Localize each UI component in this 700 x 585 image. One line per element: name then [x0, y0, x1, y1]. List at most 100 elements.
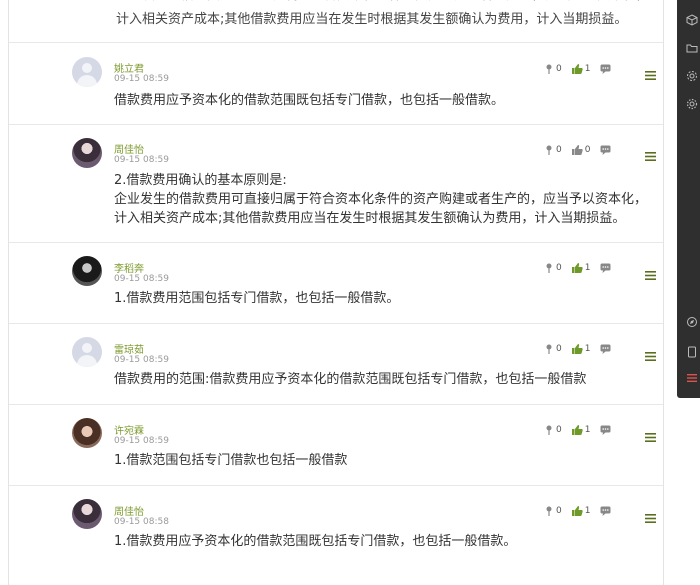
folder-icon[interactable] [686, 42, 698, 54]
like-button[interactable]: 1 [571, 506, 590, 516]
like-count: 1 [584, 425, 591, 435]
like-button[interactable]: 1 [571, 263, 591, 273]
hamburger-menu-icon [645, 152, 656, 161]
flower-icon [546, 64, 552, 74]
like-button[interactable]: 0 [571, 145, 590, 155]
thumbs-up-icon [571, 263, 583, 273]
right-toolbar [677, 0, 700, 398]
like-count: 1 [584, 263, 591, 273]
comment-menu-button[interactable] [645, 346, 656, 365]
list-icon[interactable] [686, 372, 698, 384]
flower-count: 0 [556, 425, 562, 435]
comment-menu-button[interactable] [645, 508, 656, 527]
hamburger-menu-icon [645, 271, 656, 280]
comment-menu-button[interactable] [645, 146, 656, 165]
reply-button[interactable] [600, 506, 613, 516]
like-button[interactable]: 1 [571, 425, 591, 435]
comment-menu-button[interactable] [645, 65, 656, 84]
comment-content: 借款费用应予资本化的借款范围既包括专门借款，也包括一般借款。 [114, 91, 644, 110]
avatar[interactable] [72, 337, 102, 367]
comment-time: 09-15 08:59 [114, 155, 169, 165]
comment-item: 周佳怡 09-15 08:58 0 1 1.借款费用应予资本化的借款范围既包括专… [9, 485, 663, 585]
comment-time: 09-15 08:59 [114, 355, 169, 365]
flower-button[interactable]: 0 [544, 344, 562, 354]
comment-actions: 0 1 [544, 342, 623, 356]
reply-button[interactable] [600, 425, 613, 435]
avatar[interactable] [72, 138, 102, 168]
reply-button[interactable] [600, 64, 613, 74]
content-line: 1.借款费用应予资本化的借款范围既包括专门借款，也包括一般借款。 [114, 534, 517, 549]
comment-content: 借款费用的范围:借款费用应予资本化的借款范围既包括专门借款，也包括一般借款 [114, 370, 644, 389]
hamburger-menu-icon [645, 71, 656, 80]
content-line: 借款费用应予资本化的借款范围既包括专门借款，也包括一般借款。 [114, 93, 505, 108]
comment-item: 李稻奔 09-15 08:59 0 1 1.借款费用范围包括专门借款，也包括一般… [9, 242, 663, 323]
comment-actions: 0 1 [544, 62, 623, 76]
comment-actions: 0 1 [544, 504, 623, 518]
content-line: 2.借款费用确认的基本原则是: [114, 173, 287, 188]
like-count: 1 [584, 64, 591, 74]
reply-button[interactable] [600, 263, 613, 273]
partial-comment-content: 企业发生的借款费用可直接归属于符合资本化条件的资产购建或者生产的，应当予以资本化… [116, 0, 661, 32]
content-line: 计入相关资产成本;其他借款费用应当在发生时根据其发生额确认为费用，计入当期损益。 [116, 12, 628, 27]
comment-item: 许宛霖 09-15 08:59 0 1 1.借款范围包括专门借款也包括一般借款 [9, 404, 663, 485]
comment-author[interactable]: 周佳怡 [114, 141, 144, 156]
like-button[interactable]: 1 [571, 344, 591, 354]
comment-author[interactable]: 姚立君 [114, 60, 144, 75]
tablet-icon[interactable] [686, 346, 698, 358]
flower-count: 0 [556, 263, 562, 273]
comment-author[interactable]: 雷琼茹 [114, 341, 144, 356]
flower-icon [546, 263, 552, 273]
compass-icon[interactable] [686, 316, 698, 328]
content-line: 1.借款费用范围包括专门借款，也包括一般借款。 [114, 291, 400, 306]
like-button[interactable]: 1 [571, 64, 591, 74]
flower-count: 0 [556, 506, 562, 516]
comment-time: 09-15 08:59 [114, 74, 169, 84]
thumbs-up-icon [571, 425, 583, 435]
thumbs-up-icon [571, 64, 583, 74]
reply-button[interactable] [600, 145, 613, 155]
comment-author[interactable]: 周佳怡 [114, 503, 144, 518]
like-count: 1 [584, 344, 591, 354]
flower-button[interactable]: 0 [544, 145, 562, 155]
comment-author[interactable]: 许宛霖 [114, 422, 144, 437]
content-line: 1.借款范围包括专门借款也包括一般借款 [114, 453, 348, 468]
flower-button[interactable]: 0 [544, 506, 562, 516]
comment-icon [600, 145, 611, 155]
comment-menu-button[interactable] [645, 427, 656, 446]
gear-icon[interactable] [686, 98, 698, 110]
cube-icon[interactable] [686, 14, 698, 26]
comment-menu-button[interactable] [645, 265, 656, 284]
flower-count: 0 [556, 145, 562, 155]
avatar[interactable] [72, 418, 102, 448]
avatar[interactable] [72, 499, 102, 529]
flower-count: 0 [556, 64, 562, 74]
flower-icon [546, 506, 552, 516]
comment-actions: 0 0 [544, 143, 623, 157]
comment-icon [600, 506, 611, 516]
hamburger-menu-icon [645, 433, 656, 442]
flower-button[interactable]: 0 [544, 263, 562, 273]
comment-actions: 0 1 [544, 261, 623, 275]
comment-icon [600, 425, 611, 435]
comment-author[interactable]: 李稻奔 [114, 260, 144, 275]
flower-button[interactable]: 0 [544, 425, 562, 435]
avatar[interactable] [72, 57, 102, 87]
comment-actions: 0 1 [544, 423, 623, 437]
flower-icon [546, 425, 552, 435]
reply-button[interactable] [600, 344, 613, 354]
content-line: 计入相关资产成本;其他借款费用应当在发生时根据其发生额确认为费用，计入当期损益。 [114, 211, 626, 226]
comment-icon [600, 263, 611, 273]
flower-button[interactable]: 0 [544, 64, 562, 74]
comment-content: 1.借款费用应予资本化的借款范围既包括专门借款，也包括一般借款。 [114, 532, 644, 551]
comment-time: 09-15 08:59 [114, 436, 169, 446]
comment-time: 09-15 08:59 [114, 274, 169, 284]
default-user-icon [82, 63, 92, 73]
default-user-icon [82, 343, 92, 353]
thumbs-up-icon [571, 344, 583, 354]
avatar[interactable] [72, 256, 102, 286]
comment-content: 2.借款费用确认的基本原则是: 企业发生的借款费用可直接归属于符合资本化条件的资… [114, 171, 647, 228]
comment-item: 姚立君 09-15 08:59 0 1 借款费用应予资本化的借款范围既包括专门借… [9, 42, 663, 124]
settings-icon[interactable] [686, 70, 698, 82]
flower-icon [546, 344, 552, 354]
hamburger-menu-icon [645, 352, 656, 361]
